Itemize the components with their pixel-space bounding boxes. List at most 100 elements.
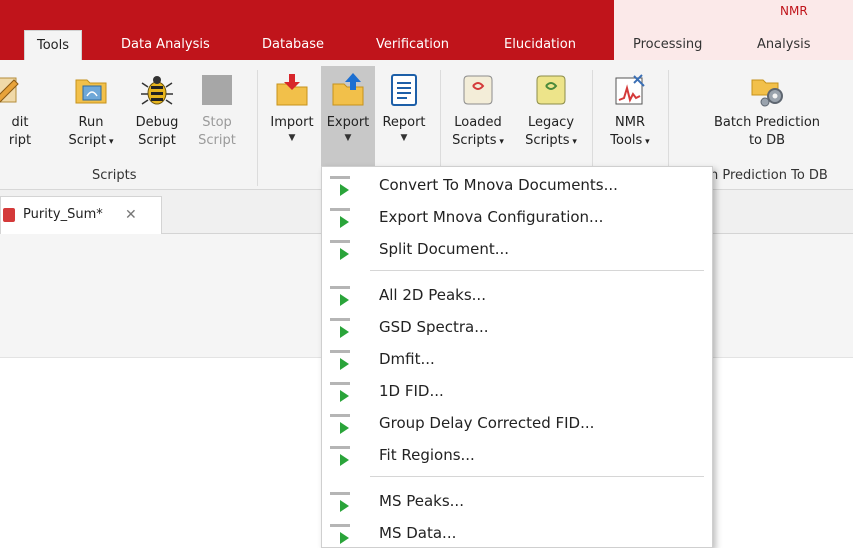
export-label: Export: [326, 115, 370, 130]
document-icon: [3, 208, 15, 222]
menu-item-fit-regions[interactable]: Fit Regions...: [322, 440, 712, 472]
menu-item-label: MS Peaks...: [379, 492, 464, 510]
menu-separator: [370, 476, 704, 477]
menu-item-label: Dmfit...: [379, 350, 435, 368]
menu-item-label: Split Document...: [379, 240, 510, 258]
debug-script-line2: Script: [138, 133, 176, 148]
close-icon[interactable]: ✕: [125, 197, 137, 233]
play-script-icon: [330, 444, 354, 468]
edit-script-line2: ript: [8, 133, 32, 148]
play-script-icon: [330, 206, 354, 230]
menu-item-group-delay-corrected-fid[interactable]: Group Delay Corrected FID...: [322, 408, 712, 440]
context-group-label: NMR: [780, 4, 808, 18]
edit-script-line1: dit: [11, 115, 29, 130]
run-script-caret: ▾: [106, 137, 114, 147]
play-script-icon: [330, 174, 354, 198]
play-script-icon: [330, 412, 354, 436]
loaded-scripts-line1: Loaded: [454, 115, 502, 130]
play-script-icon: [330, 238, 354, 262]
tab-data-analysis[interactable]: Data Analysis: [121, 34, 210, 60]
legacy-scripts-button[interactable]: Legacy Scripts ▾: [518, 72, 584, 151]
import-caret: ▼: [288, 133, 296, 143]
report-caret: ▼: [400, 133, 408, 143]
run-script-line2: Script: [68, 133, 107, 148]
export-button[interactable]: Export ▼: [321, 66, 375, 166]
nmr-tools-caret: ▾: [642, 137, 650, 147]
folder-export-icon: [332, 73, 364, 106]
document-tab-purity-sum[interactable]: Purity_Sum* ✕: [0, 196, 162, 234]
menu-item-label: GSD Spectra...: [379, 318, 489, 336]
tab-database[interactable]: Database: [262, 34, 324, 60]
folder-run-icon: [75, 79, 107, 104]
export-caret: ▼: [344, 133, 352, 143]
run-script-line1: Run: [78, 115, 104, 130]
tab-verification[interactable]: Verification: [376, 34, 449, 60]
import-button[interactable]: Import ▼: [264, 72, 320, 144]
batch-prediction-button[interactable]: Batch Prediction to DB: [692, 72, 842, 150]
menu-item-gsd-spectra[interactable]: GSD Spectra...: [322, 312, 712, 344]
play-script-icon: [330, 490, 354, 514]
bug-icon: [141, 76, 173, 105]
menu-item-all-2d-peaks[interactable]: All 2D Peaks...: [322, 280, 712, 312]
scripts-group-label: Scripts: [92, 168, 137, 183]
menu-item-1d-fid[interactable]: 1D FID...: [322, 376, 712, 408]
legacy-scripts-line1: Legacy: [527, 115, 575, 130]
report-label: Report: [382, 115, 426, 130]
menu-separator: [370, 270, 704, 271]
menu-item-label: Export Mnova Configuration...: [379, 208, 604, 226]
stop-script-line1: Stop: [202, 115, 232, 130]
menu-item-dmfit[interactable]: Dmfit...: [322, 344, 712, 376]
nmr-tools-button[interactable]: NMR Tools ▾: [598, 72, 662, 151]
folder-gears-icon: [751, 79, 783, 107]
scroll-icon: [463, 75, 493, 105]
play-script-icon: [330, 348, 354, 372]
nmr-tools-line2: Tools: [610, 133, 643, 148]
menu-item-split-document[interactable]: Split Document...: [322, 234, 712, 266]
ribbon-separator: [257, 70, 258, 186]
debug-script-button[interactable]: Debug Script: [128, 72, 186, 150]
edit-script-button[interactable]: dit ript: [0, 72, 40, 150]
menu-item-label: Group Delay Corrected FID...: [379, 414, 595, 432]
pencil-script-icon: [0, 77, 19, 103]
menu-item-label: Fit Regions...: [379, 446, 475, 464]
folder-import-icon: [276, 74, 308, 106]
stop-script-line2: Script: [198, 133, 236, 148]
tab-tools[interactable]: Tools: [24, 30, 83, 62]
tab-analysis[interactable]: Analysis: [757, 34, 811, 60]
tab-processing[interactable]: Processing: [633, 34, 702, 60]
batch-prediction-line2: to DB: [748, 133, 786, 148]
batch-prediction-line1: Batch Prediction: [713, 115, 821, 130]
menu-item-label: All 2D Peaks...: [379, 286, 486, 304]
play-script-icon: [330, 522, 354, 546]
loaded-scripts-caret: ▾: [496, 137, 504, 147]
debug-script-line1: Debug: [135, 115, 179, 130]
batch-prediction-group-label: h Prediction To DB: [710, 168, 828, 183]
loaded-scripts-line2: Scripts: [452, 133, 497, 148]
legacy-scroll-icon: [536, 75, 566, 105]
menu-item-label: Convert To Mnova Documents...: [379, 176, 618, 194]
stop-square-icon: [202, 75, 232, 105]
menu-item-label: 1D FID...: [379, 382, 444, 400]
report-button[interactable]: Report ▼: [376, 72, 432, 144]
document-tab-label: Purity_Sum*: [23, 207, 103, 222]
app-window: NMR Tools Data Analysis Database Verific…: [0, 0, 853, 548]
legacy-scripts-line2: Scripts: [525, 133, 570, 148]
menu-item-ms-data[interactable]: MS Data...: [322, 518, 712, 548]
loaded-scripts-button[interactable]: Loaded Scripts ▾: [446, 72, 510, 151]
play-script-icon: [330, 284, 354, 308]
menu-item-export-mnova-configuration[interactable]: Export Mnova Configuration...: [322, 202, 712, 234]
tab-elucidation[interactable]: Elucidation: [504, 34, 576, 60]
run-script-button[interactable]: Run Script ▾: [60, 72, 122, 151]
nmr-tools-line1: NMR: [615, 115, 645, 130]
nmr-tools-icon: [615, 74, 645, 105]
play-script-icon: [330, 380, 354, 404]
menu-item-label: MS Data...: [379, 524, 457, 542]
legacy-scripts-caret: ▾: [569, 137, 577, 147]
import-label: Import: [270, 115, 314, 130]
stop-script-button[interactable]: Stop Script: [192, 72, 242, 150]
menu-item-convert-to-mnova-documents[interactable]: Convert To Mnova Documents...: [322, 170, 712, 202]
menu-item-ms-peaks[interactable]: MS Peaks...: [322, 486, 712, 518]
report-document-icon: [391, 74, 417, 106]
play-script-icon: [330, 316, 354, 340]
export-dropdown-menu: Convert To Mnova Documents... Export Mno…: [321, 166, 713, 548]
